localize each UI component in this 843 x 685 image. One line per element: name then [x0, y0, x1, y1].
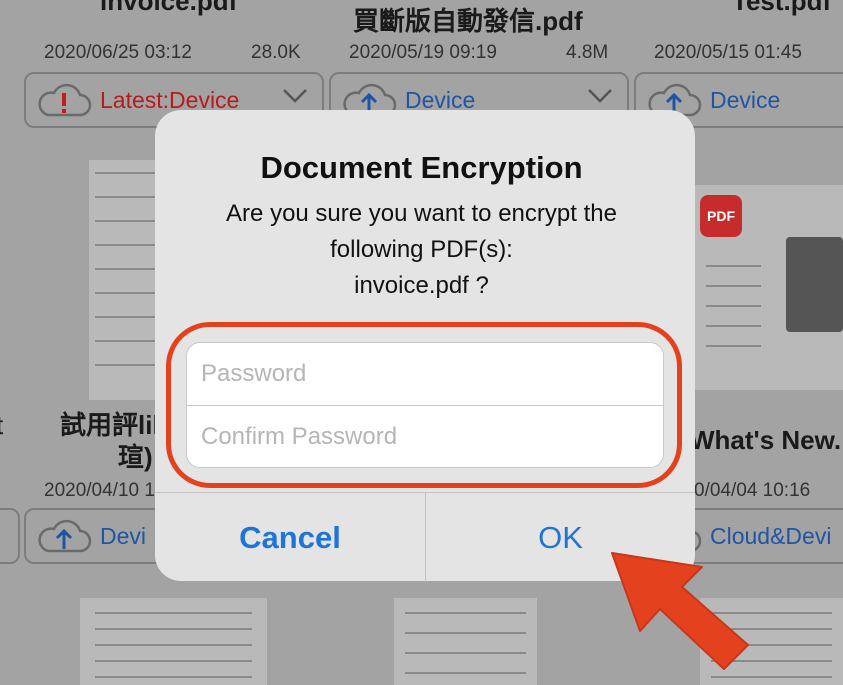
file-name-3[interactable]: Test.pdf [732, 0, 831, 16]
sync-status-label-3: Device [710, 86, 781, 113]
dialog-message-line-3: invoice.pdf ? [354, 272, 489, 299]
file-name-6[interactable]: What's New. [690, 425, 841, 455]
confirm-password-input[interactable] [187, 406, 663, 467]
file-date-6: 0/04/04 10:16 [694, 480, 811, 501]
edge-text-fragment: t [0, 410, 3, 440]
file-thumbnail-8[interactable] [394, 598, 537, 685]
file-date-2: 2020/05/19 09:19 [349, 42, 497, 63]
password-input[interactable] [187, 343, 663, 405]
dialog-message: Are you sure you want to encrypt the fol… [0, 196, 843, 304]
file-size-1: 28.0K [251, 42, 301, 63]
cloud-warning-icon [36, 81, 92, 119]
password-field-group [186, 342, 664, 468]
sync-status-button-edge[interactable] [0, 508, 20, 564]
cancel-button[interactable]: Cancel [155, 493, 425, 582]
dialog-message-line-2: following PDF(s): [330, 236, 513, 263]
file-size-2: 4.8M [566, 42, 609, 63]
dialog-message-line-1: Are you sure you want to encrypt the [226, 200, 617, 227]
file-name-2[interactable]: 買斷版自動發信.pdf [353, 6, 583, 36]
pointer-arrow-icon [611, 552, 749, 670]
file-date-3: 2020/05/15 01:45 [654, 42, 802, 63]
file-name-4-line2[interactable]: 瑄) [118, 442, 153, 472]
chevron-down-icon [588, 89, 612, 103]
chevron-down-icon [283, 89, 307, 103]
file-date-1: 2020/06/25 03:12 [44, 42, 192, 63]
cloud-upload-icon [36, 517, 92, 555]
file-thumbnail-7[interactable] [80, 598, 267, 685]
file-date-4: 2020/04/10 1 [44, 480, 155, 501]
sync-status-label-4: Devi [100, 522, 147, 549]
file-name-1[interactable]: invoice.pdf [100, 0, 237, 16]
dialog-title: Document Encryption [260, 150, 583, 185]
